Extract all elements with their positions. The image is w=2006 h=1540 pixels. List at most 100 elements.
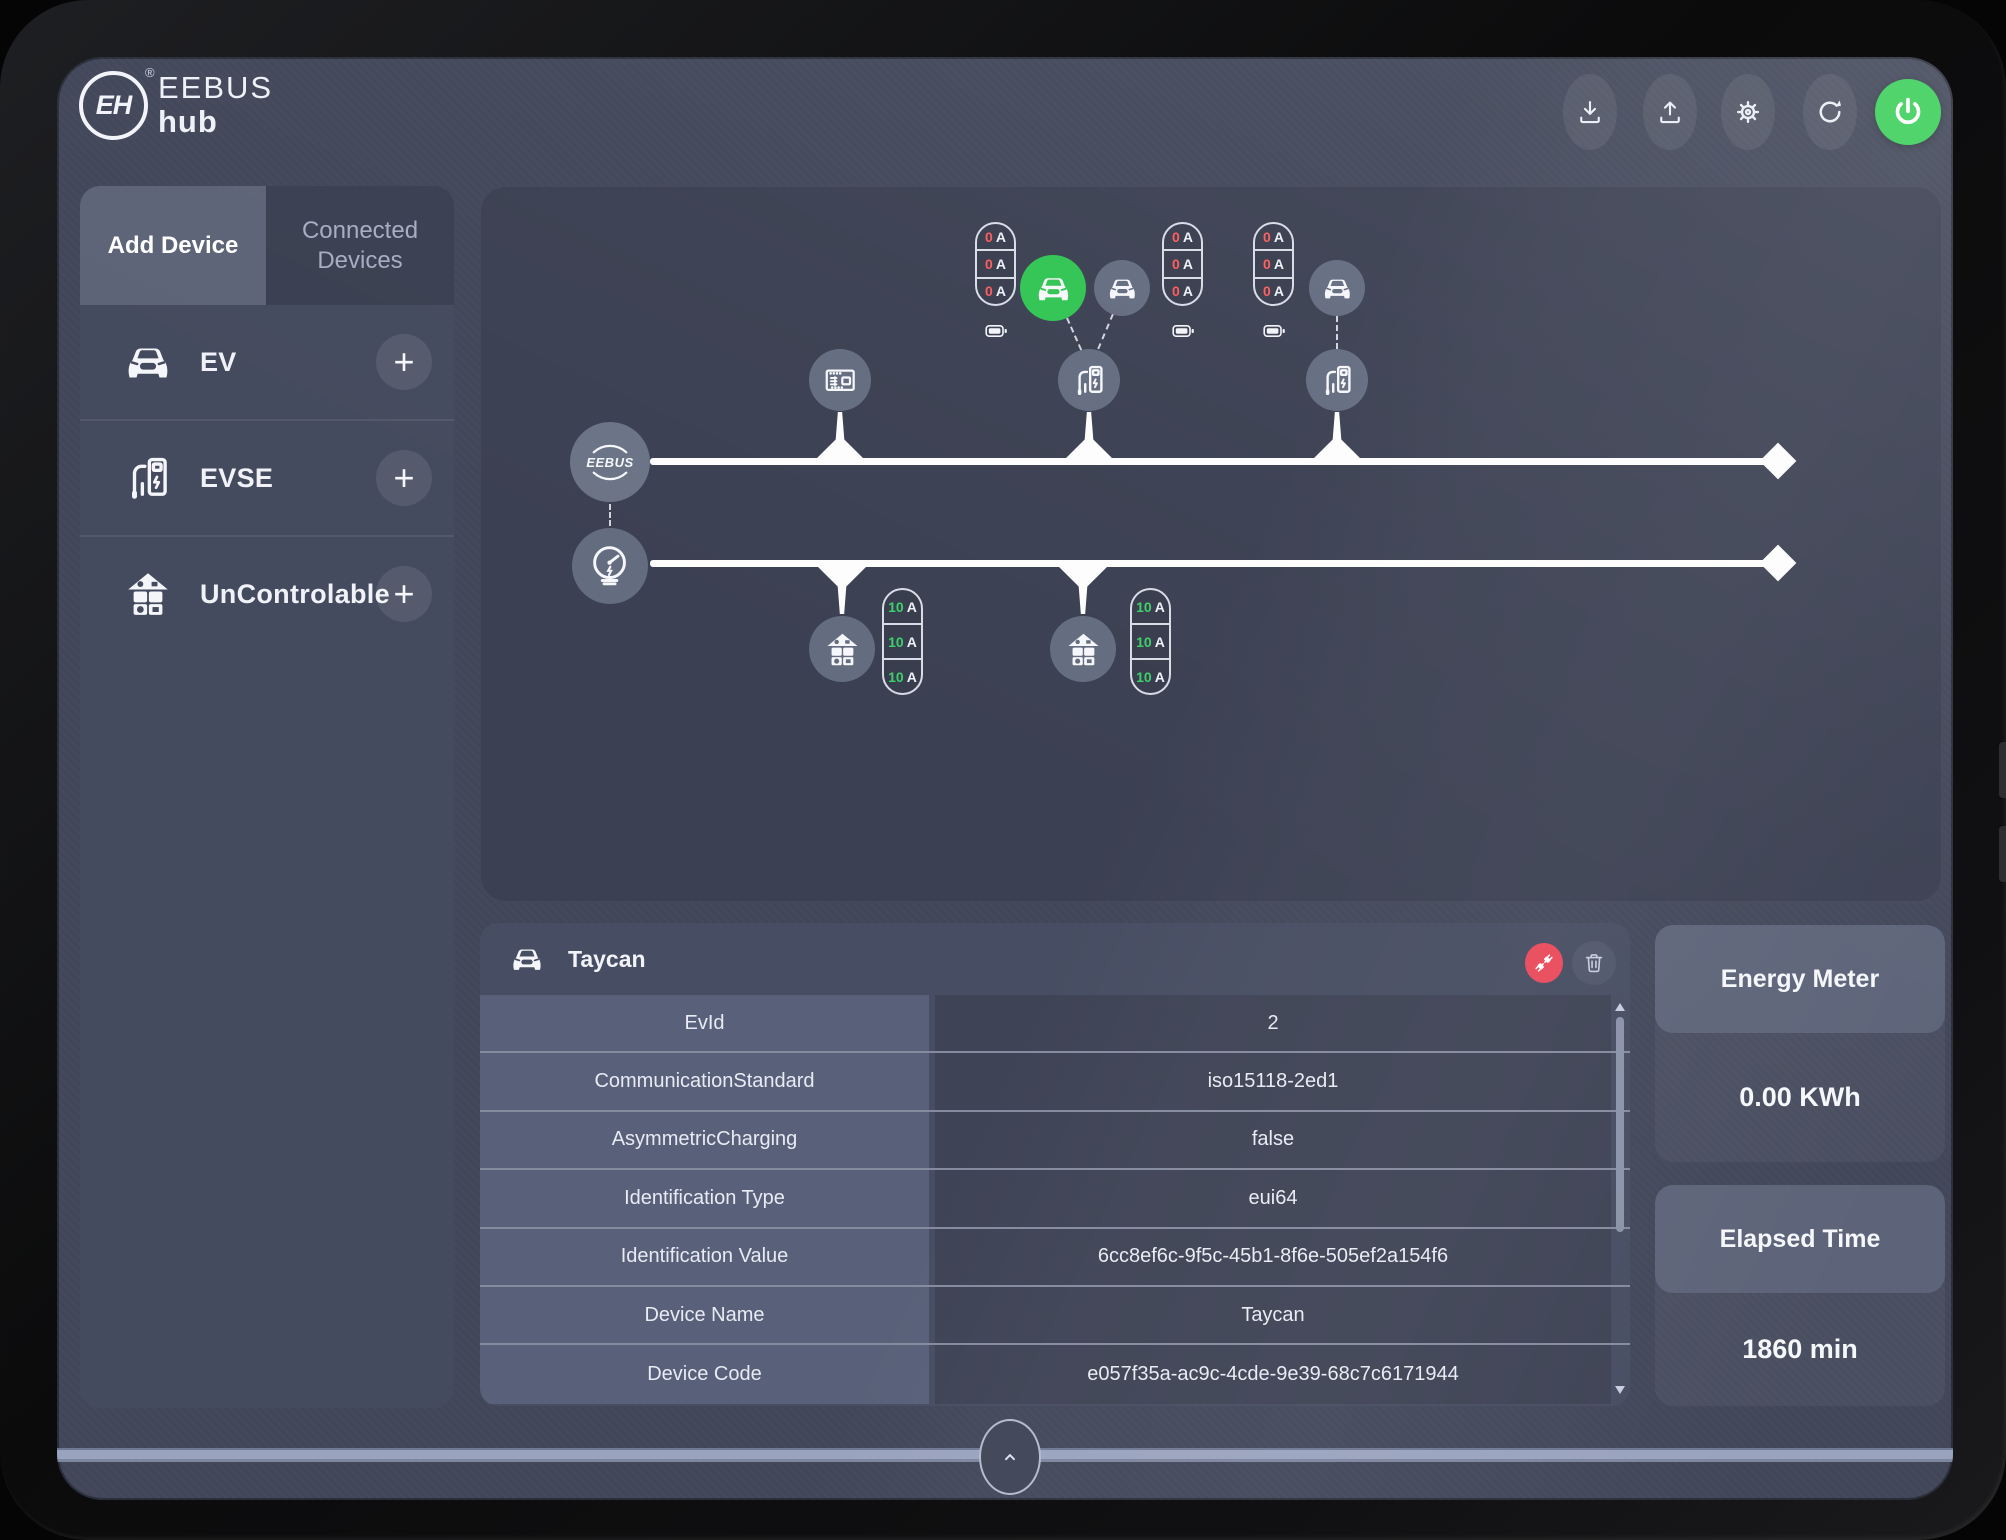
eebus-logo: EH: [79, 71, 148, 140]
chevron-up-icon: [997, 1444, 1023, 1470]
car-icon: [1033, 268, 1074, 309]
amp-badge-cell: 10A: [884, 590, 921, 623]
refresh-button[interactable]: [1803, 74, 1857, 150]
property-key: Device Code: [480, 1345, 929, 1403]
topology-canvas: [480, 186, 1942, 902]
table-scrollbar[interactable]: [1615, 1003, 1625, 1394]
brand-title: EEBUS hub: [158, 72, 273, 137]
download-icon: [1575, 97, 1605, 127]
logo-initials: EH: [96, 90, 132, 121]
elapsed-time-title: Elapsed Time: [1655, 1185, 1945, 1293]
tab-connected-devices[interactable]: Connected Devices: [266, 186, 454, 305]
amp-badge-cell: 10A: [1132, 590, 1169, 623]
amp-badge-cell: 0A: [1164, 224, 1201, 249]
house-appliances-icon: [116, 565, 180, 623]
table-row: Identification Type eui64: [480, 1170, 1630, 1228]
car-icon: [1320, 271, 1355, 306]
tab-add-device-label: Add Device: [108, 232, 239, 260]
upload-button[interactable]: [1643, 74, 1697, 150]
amp-limit-badge: 0A 0A 0A: [975, 222, 1016, 306]
sidebar-item-evse-label: EVSE: [200, 463, 273, 494]
settings-button[interactable]: [1721, 74, 1775, 150]
amp-badge-cell: 0A: [1164, 249, 1201, 276]
scroll-down-arrow-icon[interactable]: [1615, 1386, 1625, 1394]
amp-limit-badge: 0A 0A 0A: [1253, 222, 1294, 306]
power-icon: [1891, 95, 1925, 129]
delete-device-button[interactable]: [1572, 941, 1616, 985]
drawer-expand-handle[interactable]: [979, 1419, 1041, 1495]
tab-add-device[interactable]: Add Device: [80, 186, 266, 305]
amp-badge-cell: 10A: [884, 658, 921, 693]
amp-badge-cell: 0A: [1164, 277, 1201, 304]
power-button[interactable]: [1875, 79, 1941, 145]
tab-connected-devices-label: Connected Devices: [280, 216, 440, 276]
sidebar-item-ev-label: EV: [200, 347, 237, 378]
property-key: AsymmetricCharging: [480, 1112, 929, 1168]
ev-node[interactable]: [1309, 260, 1365, 316]
property-value: iso15118-2ed1: [935, 1053, 1611, 1109]
property-value: false: [935, 1112, 1611, 1168]
upload-icon: [1655, 97, 1685, 127]
property-value: e057f35a-ac9c-4cde-9e39-68c7c6171944: [935, 1345, 1611, 1403]
tablet-volume-button: [1999, 742, 2006, 798]
amp-badge-cell: 10A: [884, 623, 921, 658]
energy-meter-value: 0.00 KWh: [1655, 1033, 1945, 1162]
brand-line2: hub: [158, 106, 273, 137]
arc-down-icon: [589, 471, 631, 483]
sidebar: Add Device Connected Devices EV + EVSE +: [80, 186, 454, 1408]
add-evse-button[interactable]: +: [376, 450, 432, 506]
download-button[interactable]: [1563, 74, 1617, 150]
table-row: Device Code e057f35a-ac9c-4cde-9e39-68c7…: [480, 1345, 1630, 1403]
brand-line1: EEBUS: [158, 72, 273, 103]
trash-icon: [1581, 950, 1607, 976]
gear-icon: [1733, 97, 1763, 127]
amp-limit-badge: 10A 10A 10A: [1130, 588, 1171, 695]
amp-badge-cell: 0A: [977, 277, 1014, 304]
energy-meter-card: Energy Meter 0.00 KWh: [1655, 925, 1945, 1162]
grid-meter-node[interactable]: [572, 528, 648, 604]
controller-node[interactable]: [809, 349, 871, 411]
table-row: EvId 2: [480, 995, 1630, 1053]
evse-node-1[interactable]: [1058, 349, 1120, 411]
app-screen: EH ® EEBUS hub: [57, 57, 1953, 1500]
house-appliances-icon: [822, 629, 863, 670]
table-row: CommunicationStandard iso15118-2ed1: [480, 1053, 1630, 1111]
battery-icon: [1161, 319, 1205, 343]
amp-badge-cell: 0A: [1255, 277, 1292, 304]
car-icon: [116, 333, 180, 391]
ev-node-active[interactable]: [1020, 255, 1086, 321]
car-icon: [1105, 271, 1140, 306]
elapsed-time-value: 1860 min: [1655, 1293, 1945, 1406]
scroll-up-arrow-icon[interactable]: [1615, 1003, 1625, 1011]
table-row: AsymmetricCharging false: [480, 1112, 1630, 1170]
battery-icon: [1252, 319, 1296, 343]
eebus-hub-node[interactable]: EEBUS: [570, 422, 650, 502]
amp-badge-cell: 0A: [977, 224, 1014, 249]
battery-icon: [974, 319, 1018, 343]
device-title: Taycan: [568, 946, 646, 973]
add-uncontrolable-button[interactable]: +: [376, 566, 432, 622]
house-node-2[interactable]: [1050, 616, 1116, 682]
plug-disconnect-icon: [1532, 951, 1556, 975]
add-ev-button[interactable]: +: [376, 334, 432, 390]
property-key: Identification Type: [480, 1170, 929, 1226]
sidebar-item-uncontrolable: UnControlable +: [80, 535, 454, 651]
device-detail-panel: Taycan EvId 2 CommunicationStandard iso1…: [480, 923, 1630, 1406]
house-node-1[interactable]: [809, 616, 875, 682]
ev-node[interactable]: [1094, 260, 1150, 316]
property-key: EvId: [480, 995, 929, 1051]
property-key: Device Name: [480, 1287, 929, 1343]
sidebar-tabs: Add Device Connected Devices: [80, 186, 454, 305]
charging-station-icon: [1318, 361, 1356, 399]
scrollbar-thumb[interactable]: [1616, 1017, 1624, 1232]
property-value: 6cc8ef6c-9f5c-45b1-8f6e-505ef2a154f6: [935, 1229, 1611, 1285]
eebus-hub-label: EEBUS: [586, 455, 633, 470]
ev-link-vertical: [1336, 316, 1338, 349]
energy-meter-title: Energy Meter: [1655, 925, 1945, 1033]
disconnect-button[interactable]: [1525, 943, 1563, 983]
table-row: Device Name Taycan: [480, 1287, 1630, 1345]
evse-node-2[interactable]: [1306, 349, 1368, 411]
registered-mark: ®: [145, 65, 155, 80]
property-value: eui64: [935, 1170, 1611, 1226]
amp-limit-badge: 10A 10A 10A: [882, 588, 923, 695]
